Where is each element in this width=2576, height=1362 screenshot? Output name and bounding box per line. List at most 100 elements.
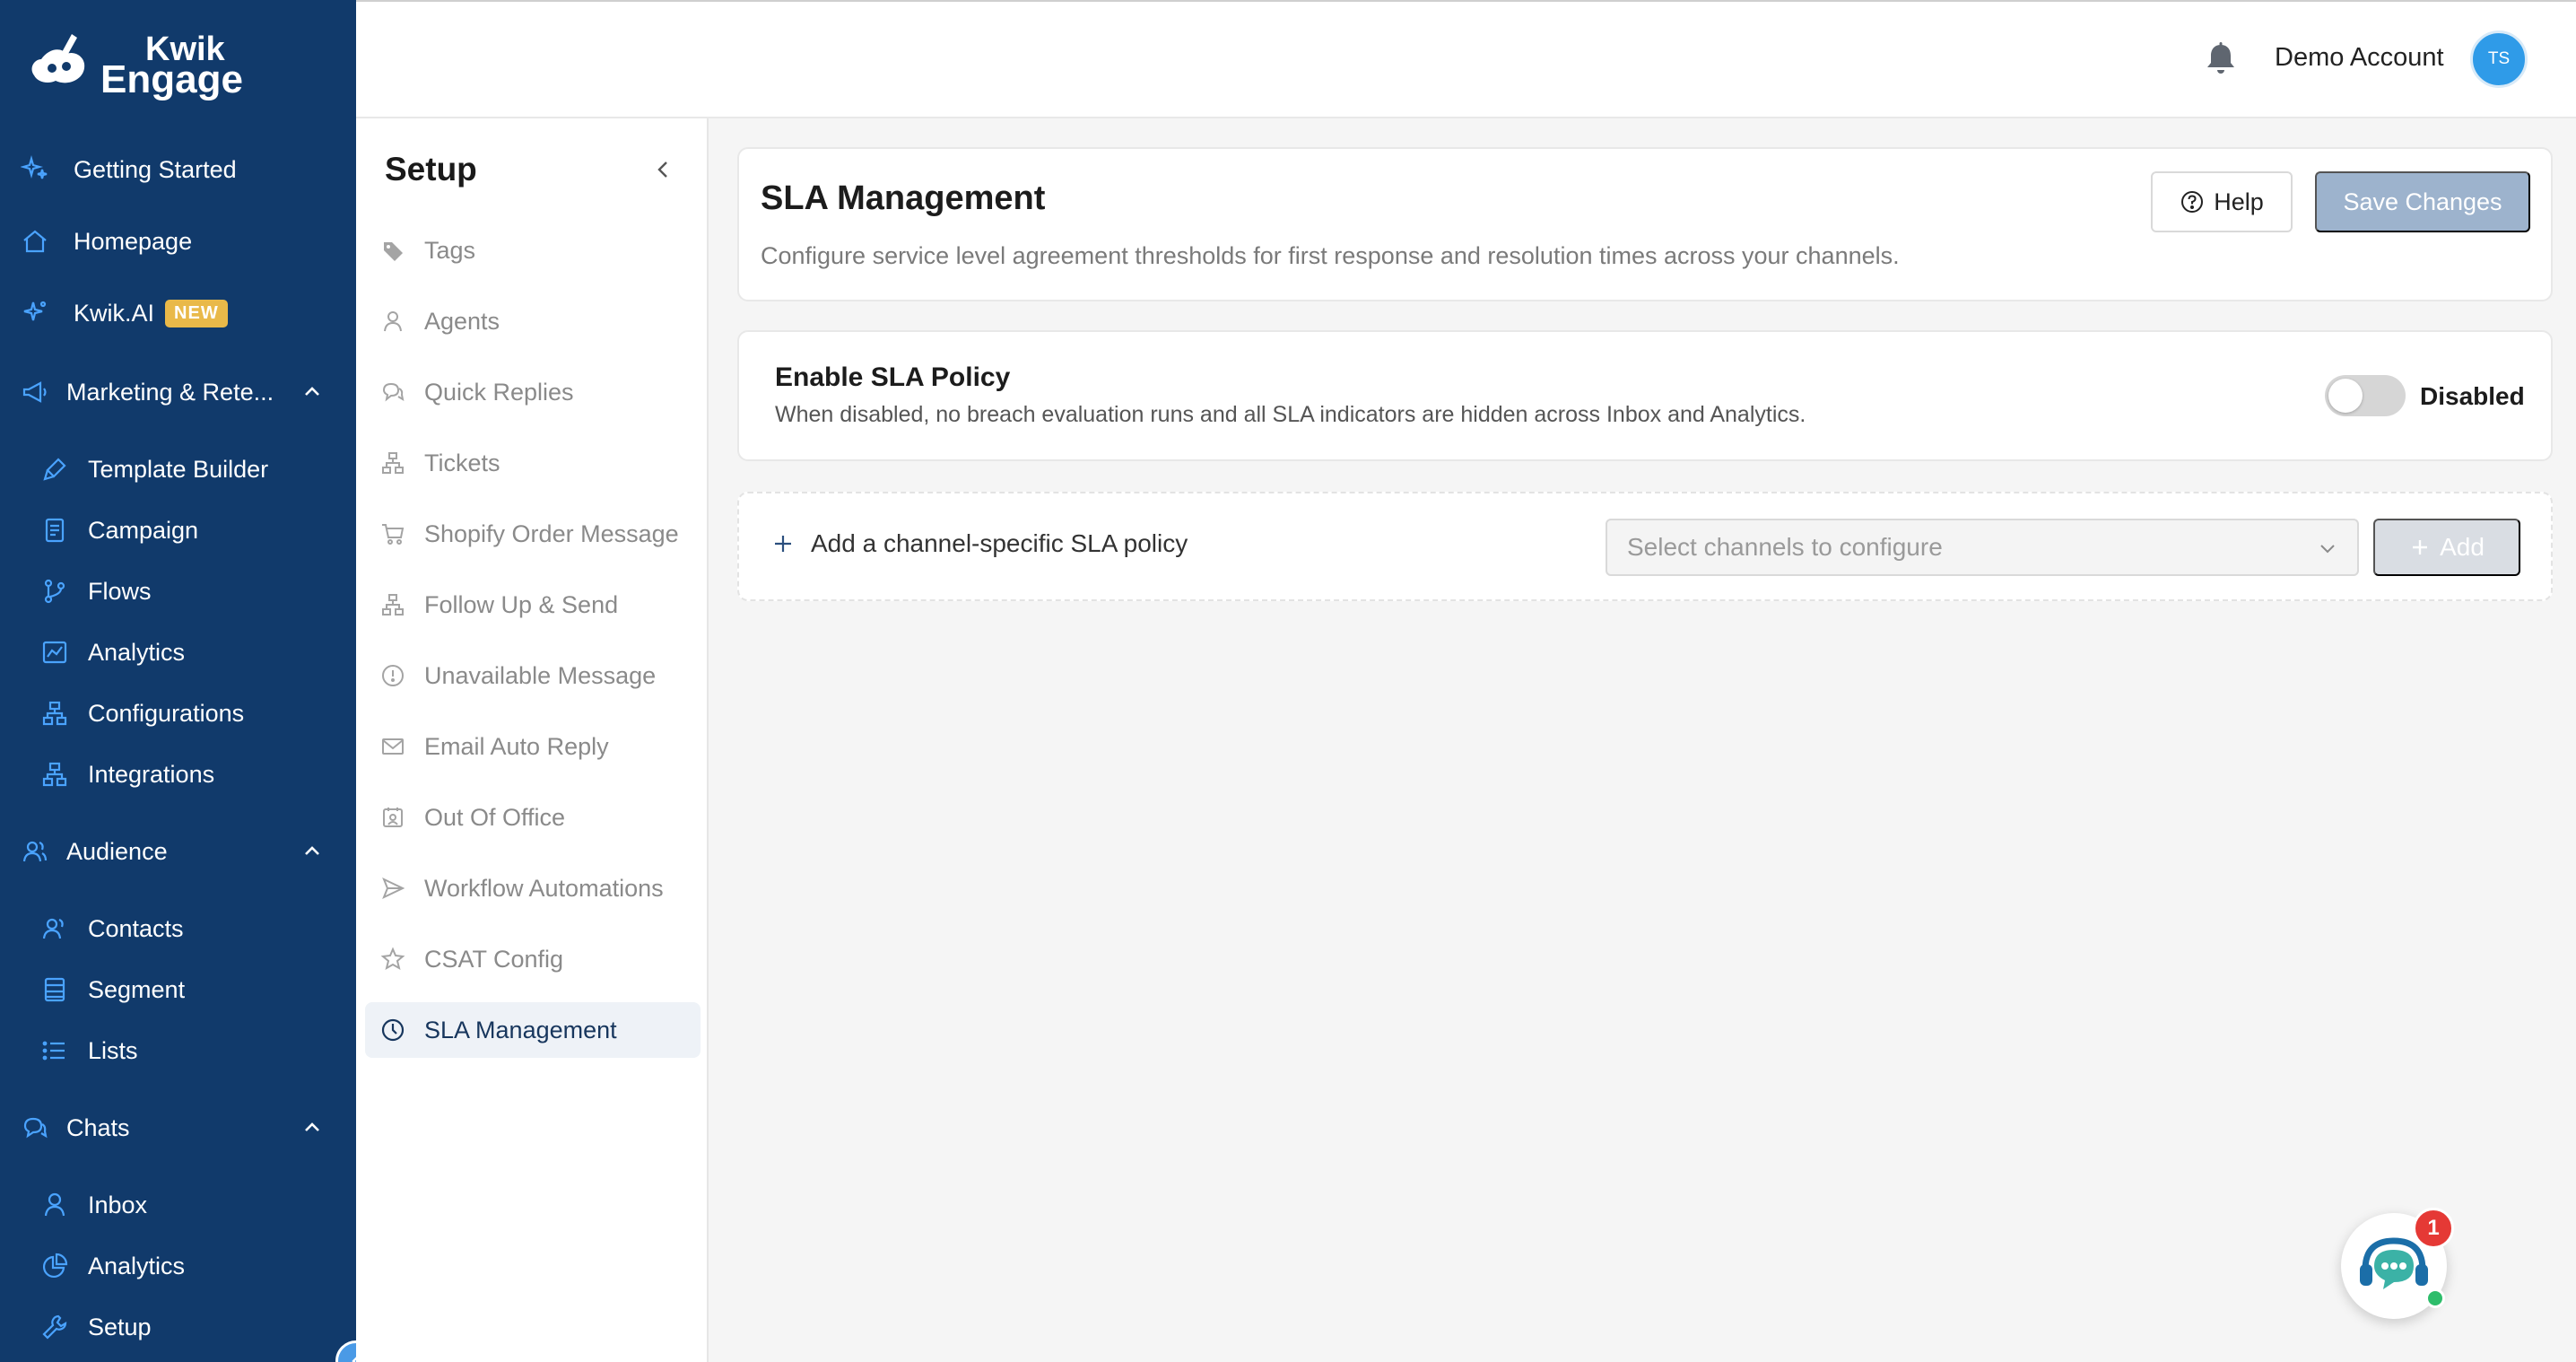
setup-item-tickets[interactable]: Tickets xyxy=(365,435,701,491)
nav-homepage[interactable]: Homepage xyxy=(20,226,192,257)
nav-section-label: Marketing & Rete... xyxy=(66,378,274,406)
setup-item-label: Unavailable Message xyxy=(424,661,657,689)
nav-section-marketing[interactable]: Marketing & Rete... xyxy=(20,377,325,407)
network-icon xyxy=(378,589,408,620)
nav-label: Flows xyxy=(88,577,152,605)
save-changes-button[interactable]: Save Changes xyxy=(2315,171,2530,232)
main-sidebar: Kwik Engage Getting Started Homepage Kwi… xyxy=(0,0,356,1362)
setup-item-label: SLA Management xyxy=(424,1016,617,1043)
nav-flows[interactable]: Flows xyxy=(39,576,152,607)
sla-policy-toggle[interactable] xyxy=(2325,375,2406,416)
bell-icon[interactable] xyxy=(2201,39,2241,79)
setup-item-unavailable-message[interactable]: Unavailable Message xyxy=(365,648,701,703)
page-description: Configure service level agreement thresh… xyxy=(761,242,1900,269)
nav-inbox[interactable]: Inbox xyxy=(39,1190,147,1220)
nav-label: Inbox xyxy=(88,1191,148,1218)
setup-item-label: Agents xyxy=(424,307,500,335)
nav-getting-started[interactable]: Getting Started xyxy=(20,154,237,185)
clock-icon xyxy=(378,1015,408,1045)
chevron-down-icon xyxy=(2320,545,2335,554)
nav-label: Integrations xyxy=(88,760,215,788)
star-icon xyxy=(378,944,408,974)
page-title: SLA Management xyxy=(761,179,1046,217)
toggle-knob xyxy=(2328,379,2363,413)
sparkle-icon xyxy=(20,154,50,185)
user-icon xyxy=(39,1190,70,1220)
setup-item-workflow-automations[interactable]: Workflow Automations xyxy=(365,860,701,916)
kwik-engage-logo-icon xyxy=(31,34,85,83)
help-button[interactable]: Help xyxy=(2151,171,2293,232)
avatar[interactable]: TS xyxy=(2470,31,2528,88)
nav-integrations[interactable]: Integrations xyxy=(39,759,214,790)
add-channel-policy-link[interactable]: Add a channel-specific SLA policy xyxy=(771,529,1188,558)
setup-item-label: Workflow Automations xyxy=(424,874,664,902)
nav-template-builder[interactable]: Template Builder xyxy=(39,454,268,485)
contacts-icon xyxy=(39,913,70,944)
chat-bubbles-icon xyxy=(20,1113,50,1143)
home-icon xyxy=(20,226,50,257)
add-channel-policy-card: Add a channel-specific SLA policy Select… xyxy=(737,492,2553,601)
setup-item-sla-management[interactable]: SLA Management xyxy=(365,1002,701,1058)
channel-select[interactable]: Select channels to configure xyxy=(1606,519,2359,576)
setup-panel: Setup Tags Agents Quick Replies Tickets … xyxy=(356,118,709,1362)
setup-item-quick-replies[interactable]: Quick Replies xyxy=(365,364,701,420)
setup-item-shopify-order-message[interactable]: Shopify Order Message xyxy=(365,506,701,562)
megaphone-icon xyxy=(20,377,50,407)
nav-segment[interactable]: Segment xyxy=(39,974,185,1005)
chevron-up-icon xyxy=(305,1122,319,1131)
branch-icon xyxy=(39,576,70,607)
nav-campaign[interactable]: Campaign xyxy=(39,515,198,546)
online-status-dot xyxy=(2425,1288,2445,1308)
users-icon xyxy=(20,836,50,867)
unread-count-badge: 1 xyxy=(2413,1208,2454,1249)
setup-item-label: Tags xyxy=(424,236,476,264)
setup-item-label: Quick Replies xyxy=(424,378,574,406)
wrench-icon xyxy=(39,1312,70,1342)
chat-bubbles-icon xyxy=(378,377,408,407)
setup-item-label: Follow Up & Send xyxy=(424,590,619,618)
nav-chats-setup[interactable]: Setup xyxy=(39,1312,152,1342)
setup-item-label: CSAT Config xyxy=(424,945,564,973)
nav-section-label: Audience xyxy=(66,837,168,865)
nav-section-chats[interactable]: Chats xyxy=(20,1113,325,1143)
plus-icon xyxy=(775,536,791,552)
add-policy-button[interactable]: Add xyxy=(2373,519,2520,576)
setup-item-agents[interactable]: Agents xyxy=(365,293,701,349)
nav-label: Template Builder xyxy=(88,455,269,483)
channel-select-placeholder: Select channels to configure xyxy=(1627,533,1943,561)
nav-label: Contacts xyxy=(88,914,184,942)
setup-title: Setup xyxy=(385,151,477,188)
nav-section-label: Chats xyxy=(66,1113,130,1141)
hierarchy-icon xyxy=(39,698,70,729)
nav-contacts[interactable]: Contacts xyxy=(39,913,184,944)
nav-label: Configurations xyxy=(88,699,245,727)
add-label: Add xyxy=(2440,533,2485,561)
nav-lists[interactable]: Lists xyxy=(39,1035,138,1066)
setup-item-out-of-office[interactable]: Out Of Office xyxy=(365,790,701,845)
tag-icon xyxy=(378,235,408,266)
new-badge: NEW xyxy=(165,299,228,327)
nav-marketing-analytics[interactable]: Analytics xyxy=(39,637,185,668)
nav-chats-analytics[interactable]: Analytics xyxy=(39,1251,185,1281)
plus-icon xyxy=(2413,540,2428,554)
sla-toggle-state: Disabled xyxy=(2420,382,2525,410)
hierarchy-icon xyxy=(378,448,408,478)
setup-item-follow-up-send[interactable]: Follow Up & Send xyxy=(365,577,701,633)
nav-label: Getting Started xyxy=(74,155,237,183)
setup-item-email-auto-reply[interactable]: Email Auto Reply xyxy=(365,719,701,774)
brand-logo[interactable]: Kwik Engage xyxy=(25,27,243,102)
setup-item-tags[interactable]: Tags xyxy=(365,223,701,278)
sla-policy-title: Enable SLA Policy xyxy=(775,362,1011,392)
setup-item-csat-config[interactable]: CSAT Config xyxy=(365,931,701,987)
nav-configurations[interactable]: Configurations xyxy=(39,698,244,729)
brand-line-2: Engage xyxy=(100,57,243,101)
nav-label: Analytics xyxy=(88,638,186,666)
nav-kwik-ai[interactable]: Kwik.AI NEW xyxy=(20,298,228,328)
chevron-left-icon[interactable] xyxy=(648,154,679,185)
brush-icon xyxy=(39,454,70,485)
mail-icon xyxy=(378,731,408,762)
nav-section-audience[interactable]: Audience xyxy=(20,836,325,867)
account-name[interactable]: Demo Account xyxy=(2275,43,2444,73)
chart-icon xyxy=(39,637,70,668)
document-icon xyxy=(39,515,70,546)
